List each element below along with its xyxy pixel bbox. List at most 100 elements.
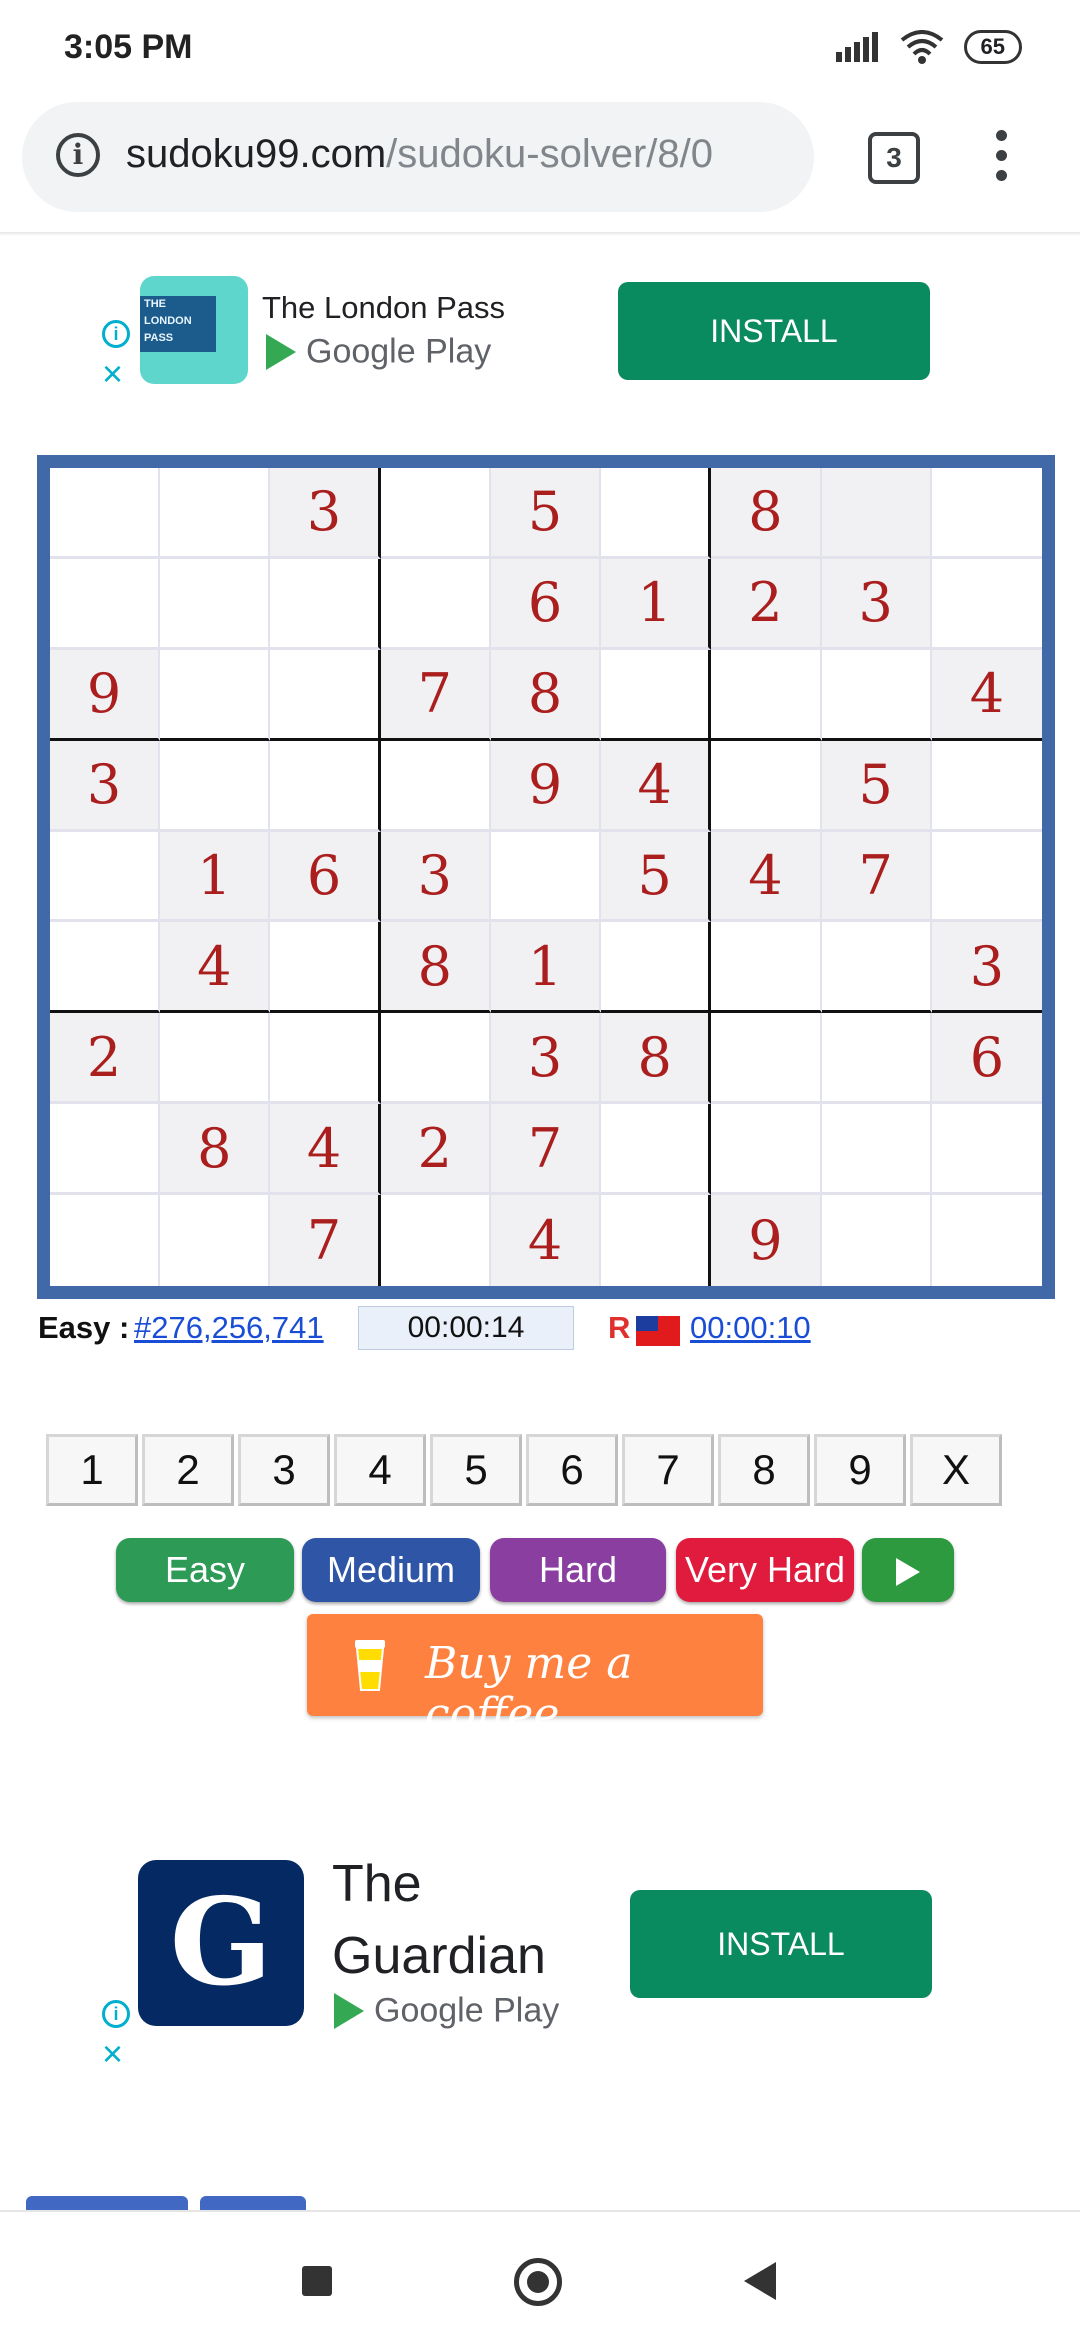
sudoku-cell-r1-c8[interactable] [821,468,932,559]
medium-button[interactable]: Medium [302,1538,480,1602]
sudoku-cell-r4-c2[interactable] [160,740,271,832]
sudoku-cell-r6-c5[interactable]: 1 [490,922,602,1014]
sudoku-cell-r8-c9[interactable] [931,1104,1042,1196]
sudoku-cell-r8-c3[interactable]: 4 [270,1104,381,1196]
sudoku-cell-r8-c6[interactable] [601,1104,712,1196]
url-text[interactable]: sudoku99.com/sudoku-solver/8/0 [126,132,806,177]
sudoku-cell-r4-c4[interactable] [380,740,491,832]
sudoku-cell-r7-c9[interactable]: 6 [931,1013,1042,1105]
hard-button[interactable]: Hard [490,1538,666,1602]
sudoku-cell-r2-c9[interactable] [931,558,1042,650]
sudoku-cell-r9-c2[interactable] [160,1195,271,1286]
sudoku-cell-r4-c8[interactable]: 5 [821,740,932,832]
ad-title[interactable]: The Guardian [332,1848,592,1992]
ad-info-icon[interactable]: i [102,320,130,348]
sudoku-cell-r7-c1[interactable]: 2 [50,1013,161,1105]
site-info-icon[interactable]: i [56,133,100,177]
sudoku-cell-r7-c4[interactable] [380,1013,491,1105]
sudoku-cell-r6-c6[interactable] [601,922,712,1014]
sudoku-cell-r3-c6[interactable] [601,649,712,741]
numpad-key-4[interactable]: 4 [334,1434,426,1506]
sudoku-cell-r7-c5[interactable]: 3 [490,1013,602,1105]
sudoku-cell-r7-c7[interactable] [711,1013,822,1105]
sudoku-cell-r5-c5[interactable] [490,831,602,923]
ad-close-icon[interactable]: × [102,356,123,392]
sudoku-cell-r8-c1[interactable] [50,1104,161,1196]
sudoku-cell-r3-c8[interactable] [821,649,932,741]
ad-install-button[interactable]: INSTALL [630,1890,932,1998]
buy-me-a-coffee-button[interactable]: Buy me a coffee [307,1614,763,1740]
sudoku-cell-r5-c7[interactable]: 4 [711,831,822,923]
sudoku-cell-r8-c7[interactable] [711,1104,822,1196]
tab-switcher-button[interactable]: 3 [868,132,920,184]
very-hard-button[interactable]: Very Hard [676,1538,854,1602]
sudoku-cell-r1-c3[interactable]: 3 [270,468,381,559]
sudoku-cell-r7-c6[interactable]: 8 [601,1013,712,1105]
sudoku-cell-r1-c2[interactable] [160,468,271,559]
sudoku-cell-r1-c4[interactable] [380,468,491,559]
numpad-key-1[interactable]: 1 [46,1434,138,1506]
easy-button[interactable]: Easy [116,1538,294,1602]
sudoku-cell-r3-c2[interactable] [160,649,271,741]
sudoku-cell-r2-c7[interactable]: 2 [711,558,822,650]
sudoku-cell-r5-c3[interactable]: 6 [270,831,381,923]
sudoku-cell-r4-c6[interactable]: 4 [601,740,712,832]
sudoku-cell-r4-c5[interactable]: 9 [490,740,602,832]
sudoku-cell-r1-c1[interactable] [50,468,161,559]
ad-info-icon[interactable]: i [102,2000,130,2028]
sudoku-cell-r4-c1[interactable]: 3 [50,740,161,832]
sudoku-cell-r2-c8[interactable]: 3 [821,558,932,650]
sudoku-cell-r6-c3[interactable] [270,922,381,1014]
numpad-key-3[interactable]: 3 [238,1434,330,1506]
back-icon[interactable] [744,2262,776,2300]
sudoku-cell-r2-c5[interactable]: 6 [490,558,602,650]
sudoku-cell-r5-c8[interactable]: 7 [821,831,932,923]
numpad-key-6[interactable]: 6 [526,1434,618,1506]
sudoku-cell-r8-c8[interactable] [821,1104,932,1196]
sudoku-cell-r2-c6[interactable]: 1 [601,558,712,650]
sudoku-cell-r5-c4[interactable]: 3 [380,831,491,923]
sudoku-cell-r5-c9[interactable] [931,831,1042,923]
sudoku-cell-r6-c1[interactable] [50,922,161,1014]
sudoku-cell-r4-c9[interactable] [931,740,1042,832]
sudoku-cell-r6-c4[interactable]: 8 [380,922,491,1014]
sudoku-cell-r1-c6[interactable] [601,468,712,559]
numpad-key-7[interactable]: 7 [622,1434,714,1506]
sudoku-cell-r5-c6[interactable]: 5 [601,831,712,923]
sudoku-cell-r9-c8[interactable] [821,1195,932,1286]
sudoku-cell-r7-c2[interactable] [160,1013,271,1105]
sudoku-cell-r3-c4[interactable]: 7 [380,649,491,741]
overflow-menu-icon[interactable] [996,130,1008,182]
sudoku-cell-r5-c2[interactable]: 1 [160,831,271,923]
sudoku-cell-r1-c7[interactable]: 8 [711,468,822,559]
sudoku-cell-r9-c3[interactable]: 7 [270,1195,381,1286]
sudoku-cell-r9-c5[interactable]: 4 [490,1195,602,1286]
home-icon[interactable] [514,2258,562,2306]
sudoku-cell-r3-c9[interactable]: 4 [931,649,1042,741]
sudoku-cell-r3-c1[interactable]: 9 [50,649,161,741]
recent-apps-icon[interactable] [302,2266,332,2296]
sudoku-cell-r2-c3[interactable] [270,558,381,650]
sudoku-cell-r6-c8[interactable] [821,922,932,1014]
numpad-key-5[interactable]: 5 [430,1434,522,1506]
sudoku-cell-r4-c3[interactable] [270,740,381,832]
sudoku-cell-r7-c8[interactable] [821,1013,932,1105]
ad-close-icon[interactable]: × [102,2036,123,2072]
sudoku-cell-r4-c7[interactable] [711,740,822,832]
sudoku-cell-r9-c1[interactable] [50,1195,161,1286]
numpad-key-2[interactable]: 2 [142,1434,234,1506]
record-time-link[interactable]: 00:00:10 [690,1310,811,1346]
ad-app-logo[interactable]: G [138,1860,304,2026]
sudoku-cell-r5-c1[interactable] [50,831,161,923]
sudoku-cell-r9-c4[interactable] [380,1195,491,1286]
ad-app-logo[interactable]: THE LONDON PASS [140,276,248,384]
numpad-key-8[interactable]: 8 [718,1434,810,1506]
numpad-key-9[interactable]: 9 [814,1434,906,1506]
sudoku-cell-r6-c9[interactable]: 3 [931,922,1042,1014]
puzzle-id-link[interactable]: #276,256,741 [134,1310,324,1346]
address-bar[interactable]: i sudoku99.com/sudoku-solver/8/0 [22,102,814,212]
sudoku-cell-r9-c9[interactable] [931,1195,1042,1286]
sudoku-cell-r9-c6[interactable] [601,1195,712,1286]
sudoku-cell-r8-c2[interactable]: 8 [160,1104,271,1196]
sudoku-cell-r8-c4[interactable]: 2 [380,1104,491,1196]
